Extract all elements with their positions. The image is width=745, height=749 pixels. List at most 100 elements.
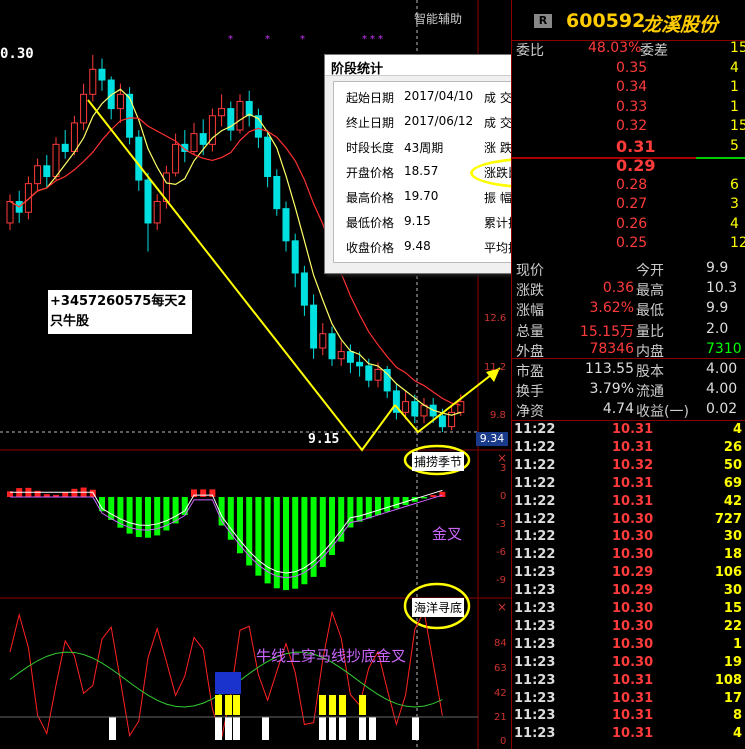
candle-body: [34, 165, 42, 185]
tick-price: 10.30: [612, 654, 654, 670]
stat-label: 股本: [636, 364, 664, 380]
macd-bar: [430, 495, 437, 497]
close-icon[interactable]: ×: [497, 600, 507, 614]
stat-label: 涨跌: [516, 283, 544, 300]
stat-label: 收益(一): [636, 404, 689, 421]
close-icon[interactable]: ×: [497, 451, 507, 465]
tick-volume: 106: [714, 565, 742, 581]
macd-bar: [283, 497, 289, 591]
tick-price: 10.30: [612, 511, 654, 527]
candle-body: [337, 351, 345, 360]
tick-volume: 8: [732, 708, 742, 724]
promo-line: 只牛股: [50, 314, 90, 329]
signal-bar: [233, 695, 240, 715]
tick-time: 11:23: [514, 636, 556, 652]
tick-row: 11:22 10.32 50: [512, 458, 745, 476]
stat-value: 2017/06/12: [404, 114, 474, 128]
tick-row: 11:23 10.31 8: [512, 708, 745, 726]
stat-label: 最高价格: [346, 191, 395, 205]
high-price-label: 0.30: [0, 46, 34, 62]
row-volume: 5: [730, 137, 739, 154]
dialog-title: 阶段统计: [331, 62, 384, 77]
signal-bar: [359, 717, 366, 740]
signal-bar: [412, 717, 419, 740]
signal-bar: [369, 717, 376, 740]
stat-label: 开盘价格: [346, 166, 395, 180]
stat-label: 最低价格: [346, 216, 395, 230]
tick-row: 11:23 10.31 17: [512, 691, 745, 709]
macd-bar: [393, 497, 400, 509]
stat-value: 15.15万: [579, 323, 634, 340]
signal-bar: [339, 695, 346, 715]
signal-marker: *: [265, 34, 270, 45]
macd-bar: [145, 497, 151, 538]
stat-label: 振 幅: [484, 191, 512, 205]
tick-price: 10.30: [612, 636, 654, 652]
candle-body: [438, 415, 446, 428]
price-axis-tick: 12.6: [484, 313, 507, 324]
r-badge: R: [534, 14, 552, 28]
tick-row: 11:23 10.29 106: [512, 565, 745, 583]
candle-body: [190, 133, 198, 152]
tick-price: 10.31: [612, 422, 654, 437]
stat-label: 终止日期: [346, 116, 395, 130]
macd-bar: [108, 497, 115, 520]
macd-bar: [319, 497, 326, 567]
stat-value: 2017/04/10: [404, 89, 474, 103]
signal-bar: [215, 672, 241, 694]
tick-row: 11:23 10.30 1: [512, 637, 745, 655]
stat-value: 0.02: [706, 401, 738, 418]
stat-label: 收盘价格: [346, 241, 395, 255]
signal-marker: *: [370, 34, 375, 45]
candle-body: [172, 143, 180, 174]
macd-bar: [246, 497, 253, 566]
signal-marker: *: [228, 34, 233, 45]
macd-bar: [356, 497, 363, 522]
candle-body: [328, 333, 336, 360]
stat-value: 9.48: [404, 239, 431, 253]
candle-body: [319, 333, 327, 349]
stat-value: 3.62%: [589, 300, 634, 317]
tick-volume: 108: [714, 672, 742, 688]
tick-volume: 69: [723, 475, 742, 491]
candle-body: [310, 304, 318, 349]
signal-marker: *: [362, 34, 367, 45]
kdj-axis-tick: 84: [494, 638, 507, 649]
macd-bar: [310, 497, 317, 577]
tick-volume: 50: [723, 457, 742, 473]
stat-value: 2.0: [706, 320, 729, 337]
stat-label: 涨幅: [516, 303, 544, 320]
indicator-title[interactable]: 智能辅助: [414, 10, 462, 27]
tick-volume: 17: [723, 690, 742, 706]
stat-value: 0.36: [602, 280, 634, 297]
row-value: 0.35: [616, 59, 648, 76]
order-book-row: 0.29: [512, 156, 745, 175]
macd-bar: [365, 497, 372, 519]
row-volume: 12: [730, 235, 745, 251]
stat-value: 18.57: [404, 164, 439, 178]
quote-stat-row: 总量 15.15万 量比 2.0: [512, 320, 745, 340]
stat-value: 3.79%: [589, 381, 634, 398]
row-value: 0.31: [616, 136, 656, 156]
stat-value: 4.00: [706, 361, 738, 377]
row-value: 0.34: [616, 79, 648, 95]
signal-bar: [225, 695, 232, 715]
candle-body: [402, 401, 410, 413]
signal-bar: [225, 717, 232, 740]
stock-header: R 600592 龙溪股份: [512, 0, 745, 41]
order-book-row: 0.35 4: [512, 60, 745, 78]
tick-time: 11:23: [514, 601, 556, 616]
tick-time: 11:23: [514, 672, 556, 688]
tick-row: 11:22 10.30 18: [512, 547, 745, 565]
candle-body: [126, 93, 134, 138]
price-axis-tick: 9.8: [490, 410, 506, 421]
macd-bar: [62, 492, 69, 497]
candle-body: [218, 108, 226, 117]
macd-bar: [154, 497, 161, 536]
tick-price: 10.31: [612, 493, 654, 509]
candle-body: [98, 68, 106, 81]
candle-body: [374, 368, 382, 381]
order-book-row: 0.32 15: [512, 118, 745, 136]
tick-row: 11:22 10.30 727: [512, 512, 745, 530]
order-book-row: 0.31 5: [512, 136, 745, 156]
